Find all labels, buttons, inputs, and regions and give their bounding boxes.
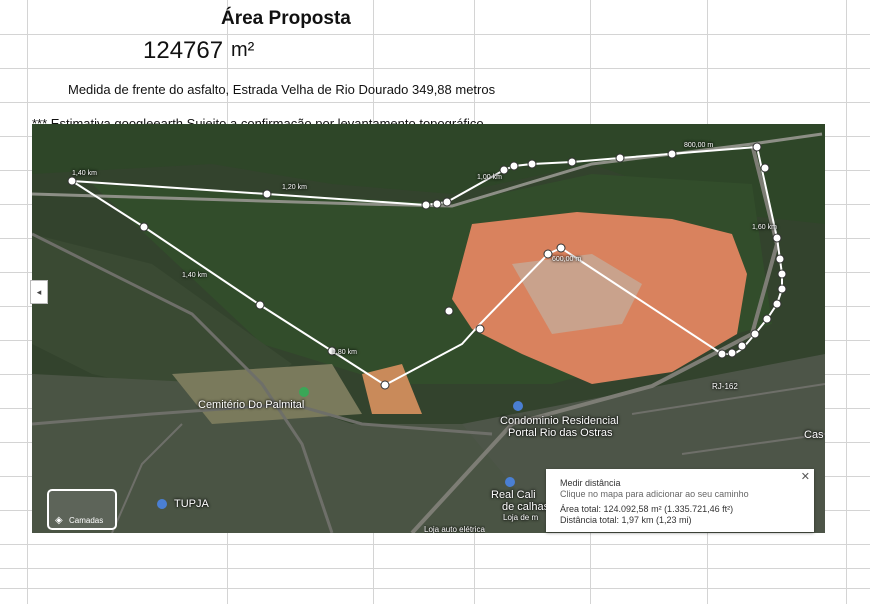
page-title: Área Proposta	[221, 8, 351, 29]
distance-label: 1,20 km	[282, 184, 307, 191]
distance-label: 1,40 km	[72, 170, 97, 177]
distance-label: 1,60 km	[752, 224, 777, 231]
condominium-label-2[interactable]: Portal Rio das Ostras	[508, 427, 613, 439]
store-label-2[interactable]: de calhas	[502, 501, 549, 513]
tupja-pin-icon	[157, 499, 167, 509]
measure-hint: Clique no mapa para adicionar ao seu cam…	[560, 489, 749, 499]
layers-button[interactable]: ◈ Camadas	[47, 489, 117, 530]
measure-total-area: Área total: 124.092,58 m² (1.335.721,46 …	[560, 504, 734, 514]
store-label[interactable]: Real Cali	[491, 489, 536, 501]
distance-label: 1,00 km	[477, 174, 502, 181]
layers-button-label: Camadas	[69, 516, 104, 525]
estimate-note: *** Estimativa googleearth Sujeito a con…	[32, 116, 484, 124]
tupja-label[interactable]: TUPJA	[174, 498, 209, 510]
condominium-label[interactable]: Condominio Residencial	[500, 415, 619, 427]
store-pin-icon	[505, 477, 515, 487]
bottom-store-label[interactable]: Loja auto elétrica	[424, 525, 485, 533]
distance-label: 600,00 m	[552, 256, 582, 263]
area-value: 124767	[143, 37, 224, 64]
measure-distance-panel: ✕ Medir distância Clique no mapa para ad…	[546, 469, 814, 532]
distance-label: 1,80 km	[332, 349, 357, 356]
panel-toggle-arrow-icon[interactable]: ◂	[30, 280, 48, 304]
distance-label: 800,00 m	[684, 142, 714, 149]
measure-title: Medir distância	[560, 478, 621, 488]
cas-label[interactable]: Cas	[804, 429, 824, 441]
front-measure-text: Medida de frente do asfalto, Estrada Vel…	[68, 82, 496, 97]
cemetery-pin-icon	[299, 387, 309, 397]
condominium-pin-icon	[513, 401, 523, 411]
cemetery-label[interactable]: Cemitério Do Palmital	[198, 399, 304, 411]
area-unit: m²	[231, 39, 255, 61]
store-label-3[interactable]: Loja de m	[503, 513, 538, 522]
measure-total-distance: Distância total: 1,97 km (1,23 mi)	[560, 515, 692, 525]
distance-label: 1,40 km	[182, 272, 207, 279]
road-label: RJ-162	[712, 382, 738, 391]
close-icon[interactable]: ✕	[801, 470, 810, 483]
layers-icon: ◈	[55, 515, 63, 526]
